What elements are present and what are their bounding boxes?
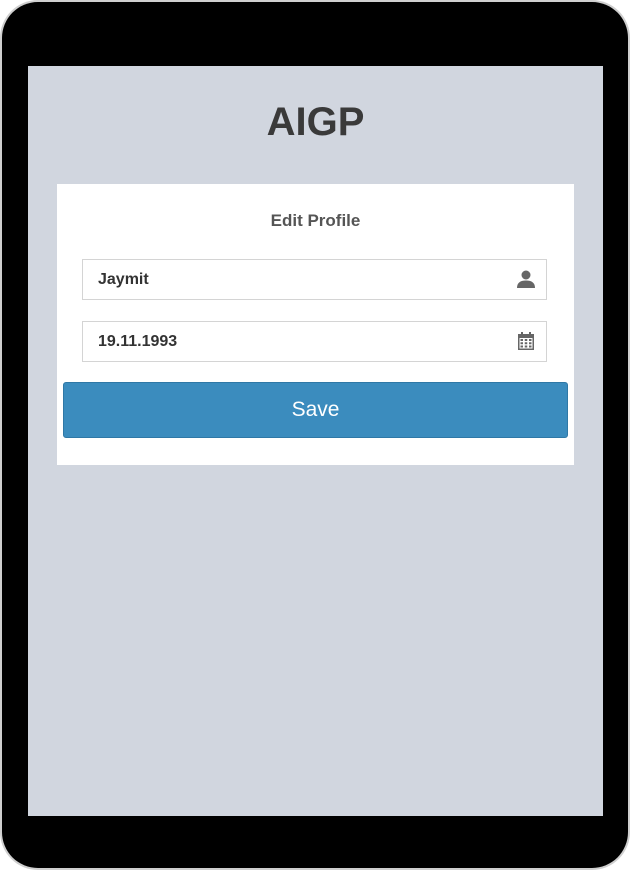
name-input[interactable]	[83, 260, 503, 299]
birthdate-input[interactable]	[83, 322, 503, 361]
edit-profile-card: Edit Profile Jaymit 19.11.1993 Save	[57, 184, 574, 465]
app-title: AIGP	[266, 100, 365, 144]
name-field[interactable]	[82, 259, 547, 300]
form-title: Edit Profile	[270, 211, 361, 230]
user-icon	[516, 269, 536, 289]
calendar-icon	[516, 331, 536, 351]
birthdate-field[interactable]	[82, 321, 547, 362]
app-screen: AIGP Edit Profile Jaymit 19.11.1993 Save	[28, 66, 603, 816]
tablet-frame: AIGP Edit Profile Jaymit 19.11.1993 Save	[2, 2, 628, 868]
save-button[interactable]: Save	[63, 382, 568, 438]
